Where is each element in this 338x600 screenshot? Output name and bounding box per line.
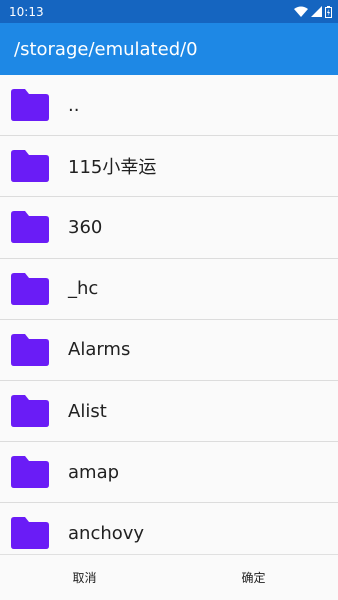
status-icons: [294, 5, 332, 18]
folder-icon: [11, 150, 49, 183]
file-row-115[interactable]: 115小幸运: [0, 136, 338, 198]
status-bar: 10:13: [0, 0, 338, 23]
file-list[interactable]: .. 115小幸运 360 _hc Alarms Alist amap anch…: [0, 75, 338, 554]
confirm-button[interactable]: 确定: [169, 555, 338, 600]
folder-icon: [11, 517, 49, 550]
file-name: 115小幸运: [68, 157, 157, 179]
file-row-360[interactable]: 360: [0, 197, 338, 259]
file-row-alarms[interactable]: Alarms: [0, 320, 338, 381]
file-name: 360: [68, 216, 103, 238]
bottom-bar: 取消 确定: [0, 554, 338, 600]
file-row-alist[interactable]: Alist: [0, 381, 338, 443]
signal-icon: [311, 6, 322, 17]
battery-icon: [325, 5, 332, 18]
cancel-button[interactable]: 取消: [0, 555, 169, 600]
status-time: 10:13: [9, 4, 44, 19]
folder-icon: [11, 272, 49, 305]
folder-icon: [11, 333, 49, 366]
folder-icon: [11, 395, 49, 428]
wifi-icon: [294, 6, 308, 17]
folder-icon: [11, 211, 49, 244]
folder-icon: [11, 89, 49, 122]
file-name: Alarms: [68, 339, 131, 361]
file-row-hc[interactable]: _hc: [0, 259, 338, 320]
folder-icon: [11, 456, 49, 489]
file-name: _hc: [68, 278, 99, 300]
file-name: anchovy: [68, 522, 145, 544]
app-bar: /storage/emulated/0: [0, 23, 338, 75]
file-name: ..: [68, 94, 80, 116]
file-row-anchovy[interactable]: anchovy: [0, 503, 338, 554]
file-name: amap: [68, 461, 120, 483]
file-row-parent[interactable]: ..: [0, 75, 338, 137]
file-row-amap[interactable]: amap: [0, 442, 338, 504]
current-path: /storage/emulated/0: [14, 38, 198, 60]
file-name: Alist: [68, 400, 107, 422]
